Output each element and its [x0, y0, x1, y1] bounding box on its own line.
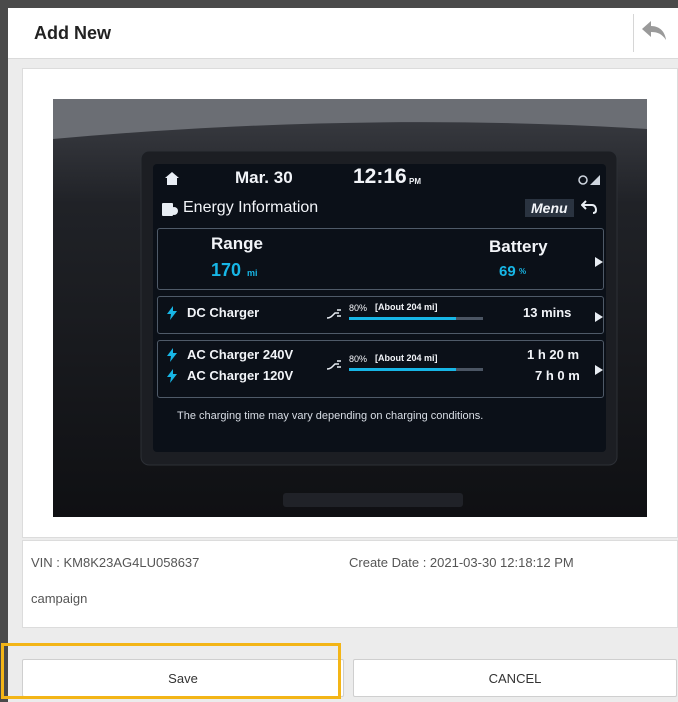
- screen-time: 12:16: [353, 165, 407, 188]
- vin-text: VIN : KM8K23AG4LU058637: [31, 555, 200, 570]
- note-text: campaign: [31, 591, 88, 606]
- dc-range: [About 204 mi]: [375, 302, 438, 312]
- ac240-label: AC Charger 240V: [187, 347, 294, 362]
- dc-charge-time: 13 mins: [523, 305, 572, 320]
- save-button[interactable]: Save: [22, 659, 344, 697]
- ac240-charge-time: 1 h 20 m: [527, 347, 580, 362]
- dc-charger-label: DC Charger: [187, 305, 260, 320]
- reply-arrow-icon: [639, 18, 669, 49]
- range-unit: mi: [247, 268, 258, 278]
- photo-card: Mar. 30 12:16 PM Energy Information Menu…: [22, 68, 678, 538]
- screen-date: Mar. 30: [235, 168, 293, 187]
- create-date-text: Create Date : 2021-03-30 12:18:12 PM: [349, 555, 574, 570]
- ac-chevron-icon: [595, 362, 603, 380]
- dc-chevron-icon: [595, 309, 603, 327]
- battery-unit: %: [519, 267, 527, 276]
- battery-value: 69: [499, 263, 516, 280]
- dc-percent: 80%: [349, 303, 368, 313]
- dialog-header: Add New: [8, 8, 678, 59]
- screen-time-suffix: PM: [409, 177, 421, 186]
- ac-range: [About 204 mi]: [375, 353, 438, 363]
- cancel-button[interactable]: CANCEL: [353, 659, 677, 697]
- ac240-bolt-icon: [167, 348, 177, 367]
- home-icon: [165, 172, 179, 190]
- ac120-label: AC Charger 120V: [187, 368, 294, 383]
- dc-bolt-icon: [167, 306, 177, 325]
- back-button[interactable]: [633, 14, 674, 52]
- status-icons: [578, 172, 600, 190]
- ac120-bolt-icon: [167, 369, 177, 388]
- charging-note: The charging time may vary depending on …: [177, 410, 484, 422]
- page-title: Add New: [34, 23, 112, 43]
- range-label: Range: [211, 234, 263, 253]
- dc-progress-fill: [349, 317, 457, 320]
- battery-label: Battery: [489, 237, 548, 256]
- screen-menu-button: Menu: [525, 199, 574, 217]
- ac120-charge-time: 7 h 0 m: [535, 368, 580, 383]
- energy-icon: [161, 199, 179, 222]
- range-chevron-icon: [595, 254, 603, 272]
- screen-back-icon: [580, 200, 598, 219]
- ac-progress-fill: [349, 368, 457, 371]
- screen-section-title: Energy Information: [183, 199, 319, 216]
- details-card: VIN : KM8K23AG4LU058637 Create Date : 20…: [22, 540, 678, 628]
- range-value: 170: [211, 260, 242, 280]
- ac-plug-icon: [326, 357, 343, 375]
- ac-percent: 80%: [349, 354, 368, 364]
- attached-photo[interactable]: Mar. 30 12:16 PM Energy Information Menu…: [53, 99, 647, 517]
- infotainment-screen: Mar. 30 12:16 PM Energy Information Menu…: [153, 164, 606, 452]
- add-new-dialog: Add New Mar. 30 12:16 PM Energy Informat…: [8, 8, 678, 702]
- dc-plug-icon: [326, 306, 343, 324]
